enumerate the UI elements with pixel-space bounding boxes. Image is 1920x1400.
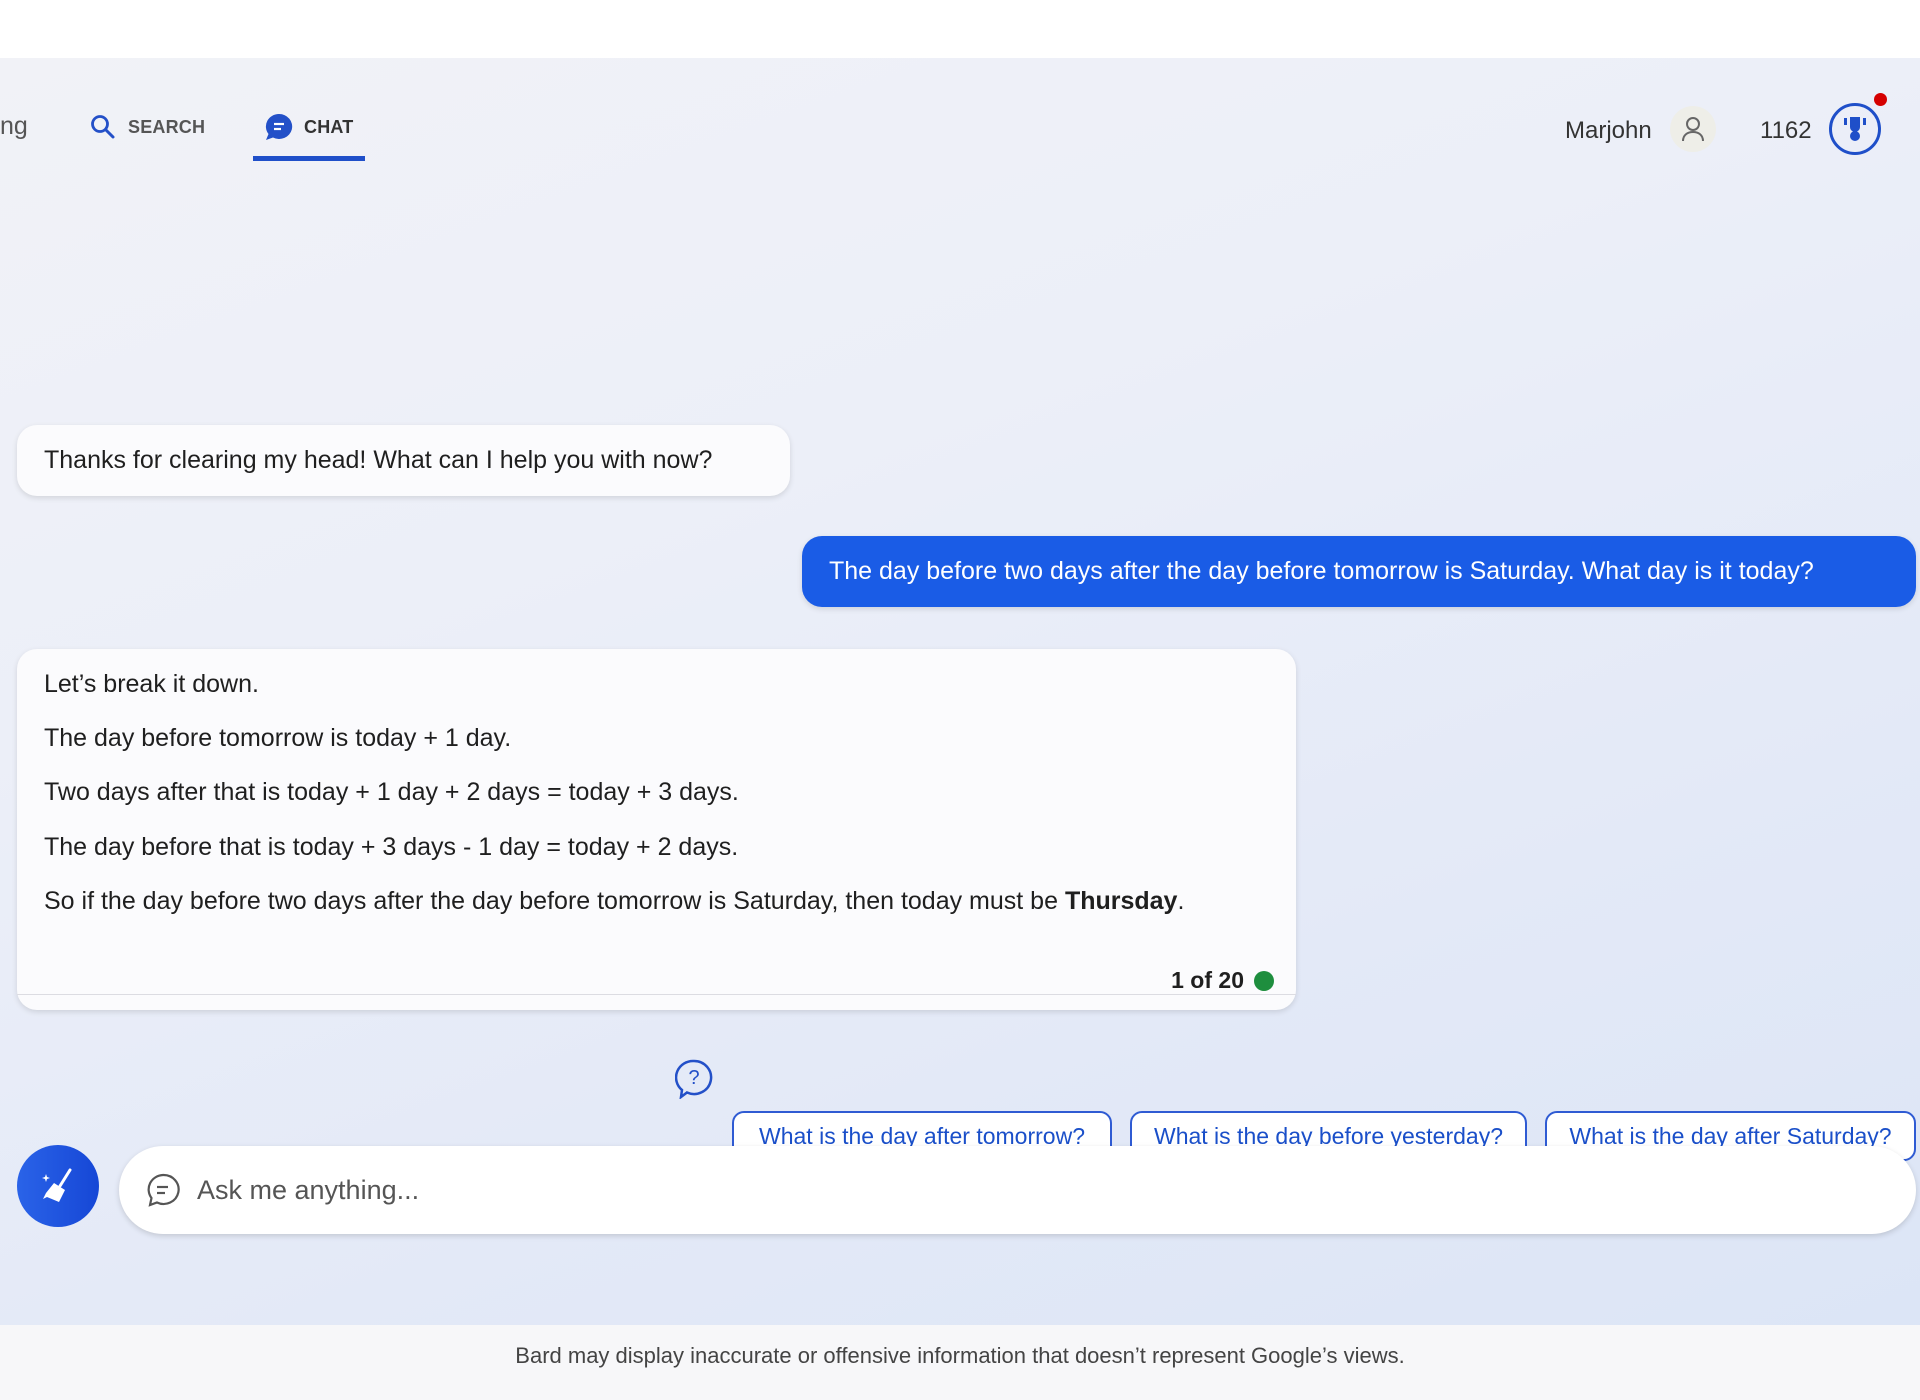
counter-text: 1 of 20	[1171, 967, 1244, 993]
chat-input[interactable]: Ask me anything...	[119, 1146, 1916, 1234]
points-count: 1162	[1760, 117, 1812, 144]
tab-search-label: SEARCH	[128, 116, 206, 137]
conclusion-text: So if the day before two days after the …	[44, 887, 1065, 915]
tab-search[interactable]: SEARCH	[90, 114, 205, 140]
new-topic-button[interactable]	[17, 1145, 99, 1227]
answer-line: Two days after that is today + 1 day + 2…	[44, 778, 739, 806]
tab-chat[interactable]: CHAT	[264, 112, 353, 142]
answer-line: The day before tomorrow is today + 1 day…	[44, 724, 512, 752]
svg-text:?: ?	[688, 1067, 699, 1089]
tab-partial[interactable]: ng	[0, 112, 28, 141]
divider	[17, 994, 1296, 995]
help-icon[interactable]: ?	[675, 1059, 713, 1099]
user-message: The day before two days after the day be…	[802, 536, 1916, 607]
conclusion-suffix: .	[1177, 887, 1185, 915]
profile-button[interactable]	[1670, 106, 1716, 152]
status-dot	[1254, 970, 1274, 991]
bot-message-greeting: Thanks for clearing my head! What can I …	[17, 425, 790, 496]
answer-line: The day before that is today + 3 days - …	[44, 833, 739, 861]
chat-bubble-icon	[147, 1173, 180, 1207]
notification-dot	[1874, 93, 1887, 106]
message-text: The day before two days after the day be…	[829, 557, 1814, 585]
broom-icon	[42, 1168, 72, 1202]
answer-line: Let’s break it down.	[44, 670, 259, 698]
rewards-button[interactable]	[1829, 103, 1881, 155]
input-placeholder: Ask me anything...	[197, 1174, 420, 1205]
chat-icon	[265, 113, 293, 140]
bot-message-answer: Let’s break it down. The day before tomo…	[17, 649, 1296, 1010]
response-counter: 1 of 20	[1171, 967, 1274, 994]
tab-chat-label: CHAT	[304, 116, 354, 137]
trophy-icon	[1844, 117, 1866, 141]
search-icon	[91, 115, 115, 139]
chat-page: ng SEARCH CHAT Marjohn 1162 Thanks for c…	[0, 58, 1920, 1325]
conclusion-answer: Thursday	[1064, 887, 1178, 915]
disclaimer-text: Bard may display inaccurate or offensive…	[515, 1343, 1405, 1368]
user-name[interactable]: Marjohn	[1565, 117, 1652, 145]
answer-conclusion: So if the day before two days after the …	[44, 887, 1184, 916]
active-tab-indicator	[253, 156, 365, 161]
message-text: Thanks for clearing my head! What can I …	[44, 446, 713, 474]
disclaimer-footer: Bard may display inaccurate or offensive…	[0, 1325, 1920, 1400]
person-icon	[1682, 117, 1704, 142]
